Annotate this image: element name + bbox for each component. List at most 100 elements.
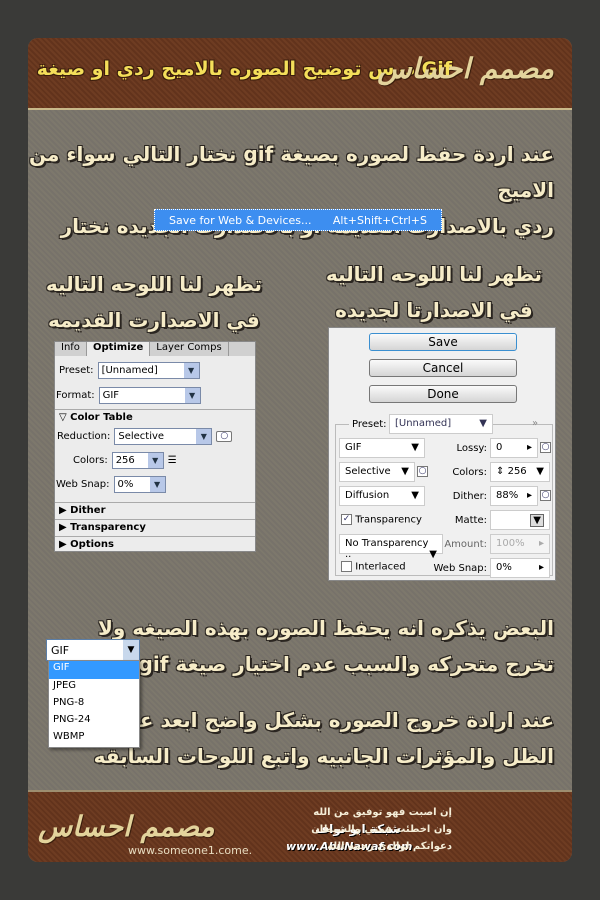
dither-algorithm-select[interactable]: Diffusion ▼	[339, 486, 425, 506]
panel-menu-icon[interactable]: »	[532, 418, 538, 429]
format-value: GIF	[345, 442, 362, 453]
selected-value: GIF	[51, 644, 70, 657]
format-select[interactable]: GIF ▼	[339, 438, 425, 458]
chevron-down-icon: ▼	[147, 453, 163, 468]
dua-line: دعواتكم لوالدي رحمه الله	[327, 841, 452, 852]
preset-value: [Unnamed]	[395, 418, 452, 429]
options-section[interactable]: ▶ Options	[55, 536, 255, 552]
format-label: Format:	[56, 390, 95, 401]
matte-select[interactable]: ▼	[490, 510, 550, 530]
reduction-label: Reduction:	[57, 431, 111, 442]
preset-value: [Unnamed]	[101, 365, 158, 376]
footer-dua: إن اصبت فهو توفيق من الله وان اخطئت فمني…	[311, 804, 452, 855]
interlaced-checkbox[interactable]: Interlaced	[341, 561, 406, 573]
chevron-down-icon: ▼	[184, 388, 200, 403]
lossy-input[interactable]: 0 ▸	[490, 438, 538, 458]
format-value: GIF	[102, 390, 120, 401]
note-line: البعض يذكره انه يحفظ الصوره بهذه الصيغه …	[98, 616, 554, 640]
dither-section[interactable]: ▶ Dither	[55, 502, 255, 518]
reduction-select[interactable]: Selective ▼	[339, 462, 415, 482]
transparency-dither-select[interactable]: No Transparency .. ▼	[339, 534, 443, 560]
transparency-section[interactable]: ▶ Transparency	[55, 519, 255, 535]
circle-icon[interactable]: ○	[540, 490, 551, 501]
old-optimize-panel: Info Optimize Layer Comps Preset: [Unname…	[54, 341, 256, 552]
note-1: البعض يذكره انه يحفظ الصوره بهذه الصيغه …	[98, 610, 554, 682]
lossy-label: Lossy:	[456, 443, 488, 454]
intro-line: عند اردة حفظ لصوره بصيغة gif نختار التال…	[28, 142, 554, 202]
colors-value: 256	[115, 455, 135, 466]
dither-algo-value: Diffusion	[345, 490, 390, 501]
tab-optimize[interactable]: Optimize	[86, 342, 151, 356]
caption-line: تظهر لنا اللوحه التاليه	[325, 262, 542, 286]
checkbox-box	[341, 561, 352, 572]
interlaced-label: Interlaced	[355, 561, 406, 573]
option-gif[interactable]: GIF	[49, 661, 139, 679]
websnap-label: Web Snap:	[56, 479, 110, 490]
option-png8[interactable]: PNG-8	[49, 696, 139, 713]
format-options-list: GIF JPEG PNG-8 PNG-24 WBMP	[48, 660, 140, 748]
reduction-select[interactable]: Selective ▼	[114, 428, 213, 445]
format-dropdown: GIF ▼ GIF JPEG PNG-8 PNG-24 WBMP	[45, 639, 153, 754]
preset-select[interactable]: [Unnamed] ▼	[97, 362, 200, 379]
header-band: درس توضيح الصوره بالاميج ردي او صيغة Gif…	[28, 38, 572, 110]
format-dropdown-select[interactable]: GIF ▼	[46, 639, 140, 661]
done-button[interactable]: Done	[369, 385, 517, 403]
option-jpeg[interactable]: JPEG	[49, 679, 139, 696]
new-save-for-web-panel: Save Cancel Done Preset: [Unnamed] ▼ » G…	[328, 327, 556, 581]
dither-input[interactable]: 88% ▸	[490, 486, 538, 506]
circle-icon[interactable]: ○	[417, 466, 428, 477]
preset-label: Preset:	[59, 365, 94, 376]
colors-select[interactable]: 256 ▼	[111, 452, 164, 469]
caption-new: تظهر لنا اللوحه التاليه في الاصدارتا لجد…	[326, 256, 542, 328]
websnap-input[interactable]: 0% ▸	[490, 558, 550, 578]
color-table-icon[interactable]: ☰	[168, 455, 177, 466]
colors-value: 256	[507, 466, 527, 477]
logo: مصمم احساس	[377, 52, 554, 85]
caption-line: تظهر لنا اللوحه التاليه	[45, 272, 262, 296]
chevron-down-icon: ▼	[196, 429, 212, 444]
chevron-down-icon: ▼	[123, 640, 139, 660]
colors-select[interactable]: ⇕ 256 ▼	[490, 462, 550, 482]
tab-info[interactable]: Info	[55, 342, 87, 356]
transparency-checkbox[interactable]: ✓ Transparency	[341, 514, 422, 526]
reduction-value: Selective	[345, 466, 391, 477]
tab-layer-comps[interactable]: Layer Comps	[150, 342, 229, 356]
caption-old: تظهر لنا اللوحه التاليه في الاصدارت القد…	[46, 266, 262, 338]
websnap-label: Web Snap:	[433, 563, 487, 574]
lock-circle-icon[interactable]: ○	[216, 431, 233, 442]
section-label: Transparency	[70, 522, 146, 533]
color-table-section[interactable]: ▽ Color Table	[55, 409, 255, 425]
checkmark-icon: ✓	[341, 514, 352, 525]
format-select[interactable]: GIF ▼	[98, 387, 201, 404]
stepper-icon[interactable]: ⇕	[496, 466, 504, 477]
option-png24[interactable]: PNG-24	[49, 713, 139, 730]
menu-item-save-for-web[interactable]: Save for Web & Devices... Alt+Shift+Ctrl…	[154, 209, 442, 231]
chevron-down-icon: ▼	[149, 477, 165, 492]
preset-label: Preset:	[349, 419, 390, 430]
option-wbmp[interactable]: WBMP	[49, 730, 139, 747]
caption-line: في الاصدارت القديمه	[48, 308, 260, 332]
amount-value: 100%	[496, 538, 525, 549]
transparency-label: Transparency	[355, 514, 422, 526]
dua-line: إن اصبت فهو توفيق من الله	[313, 807, 452, 818]
save-button[interactable]: Save	[369, 333, 517, 351]
section-label: Color Table	[70, 412, 133, 423]
circle-icon[interactable]: ○	[540, 442, 551, 453]
colors-label: Colors:	[452, 467, 487, 478]
caption-line: في الاصدارتا لجديده	[335, 298, 533, 322]
site-link-1[interactable]: www.someone1.come.	[128, 844, 252, 857]
reduction-value: Selective	[118, 431, 165, 442]
websnap-select[interactable]: 0% ▼	[113, 476, 166, 493]
menu-shortcut: Alt+Shift+Ctrl+S	[332, 213, 427, 227]
footer-logo: مصمم احساس	[38, 810, 215, 843]
footer-band: مصمم احساس www.someone1.come. شبكة ابو ن…	[28, 790, 572, 862]
lossy-value: 0	[496, 442, 503, 453]
dither-value: 88%	[496, 490, 519, 501]
amount-label: Amount:	[444, 539, 487, 550]
dua-line: وان اخطئت فمني والشيطان	[311, 824, 452, 835]
section-label: Options	[70, 539, 114, 550]
cancel-button[interactable]: Cancel	[369, 359, 517, 377]
colors-label: Colors:	[73, 455, 108, 466]
amount-input[interactable]: 100% ▸	[490, 534, 550, 554]
preset-select[interactable]: [Unnamed] ▼	[389, 414, 493, 434]
